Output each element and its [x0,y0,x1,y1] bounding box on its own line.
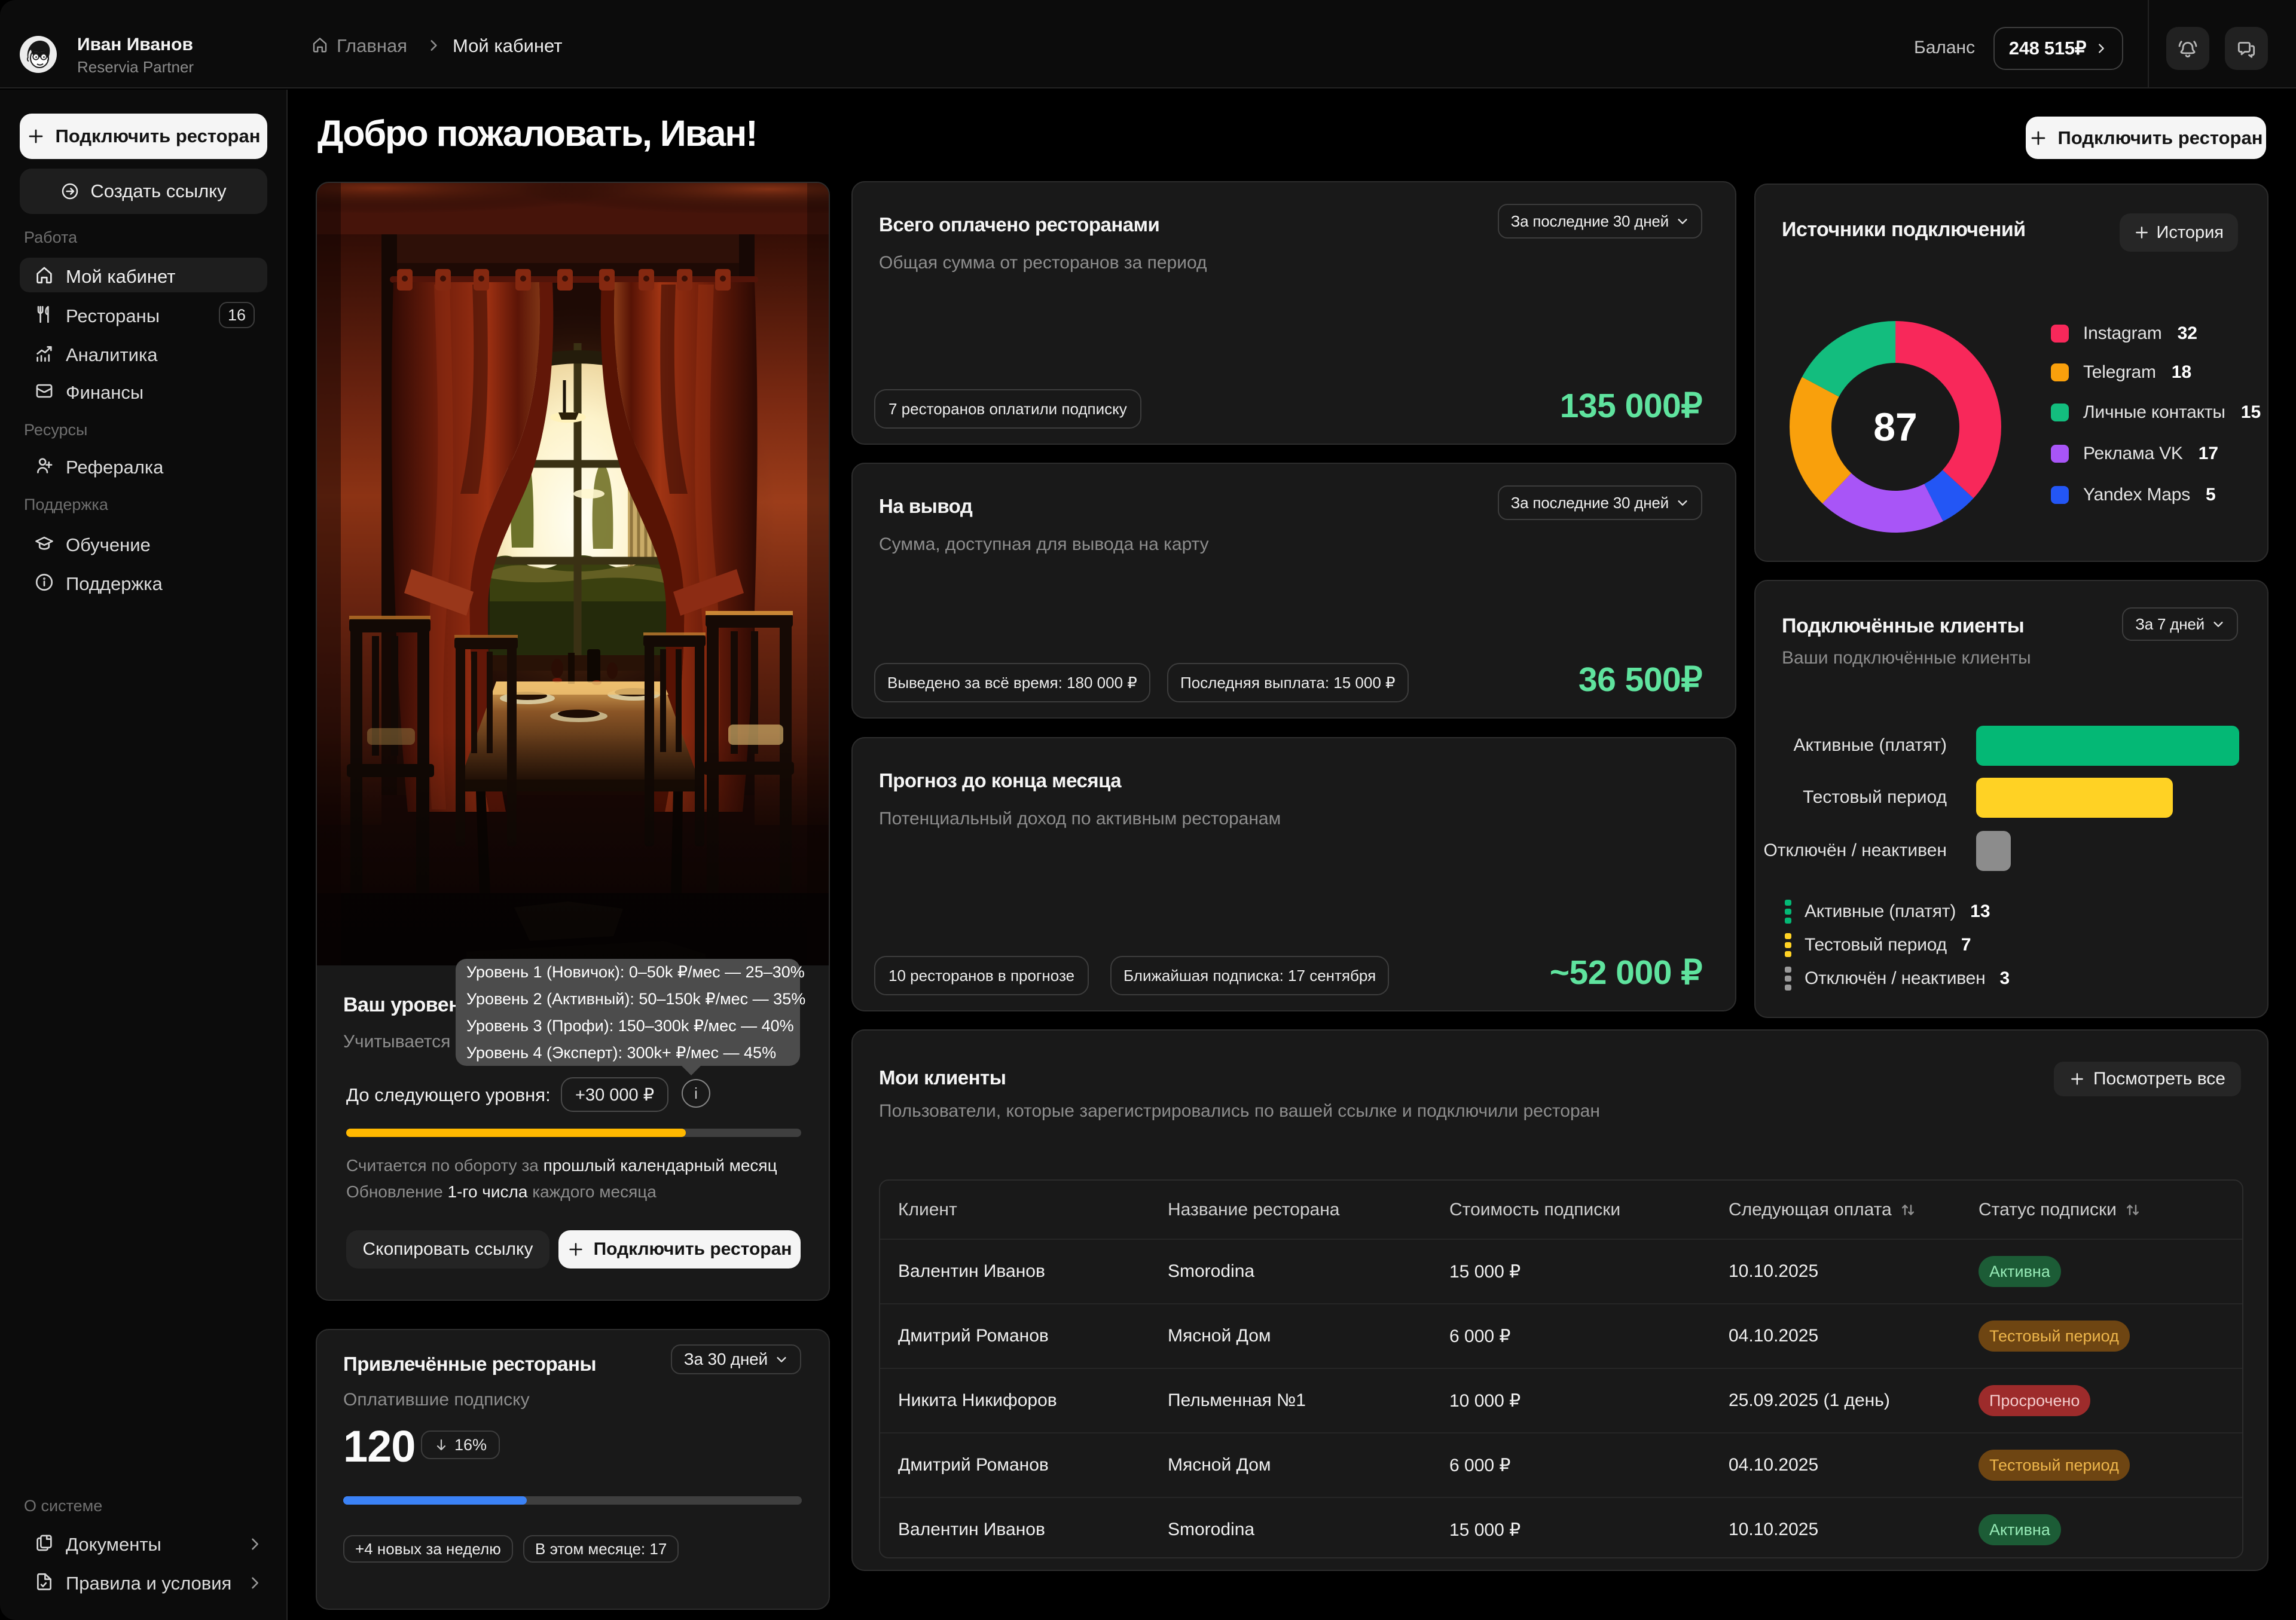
svg-text:87: 87 [1873,405,1917,449]
